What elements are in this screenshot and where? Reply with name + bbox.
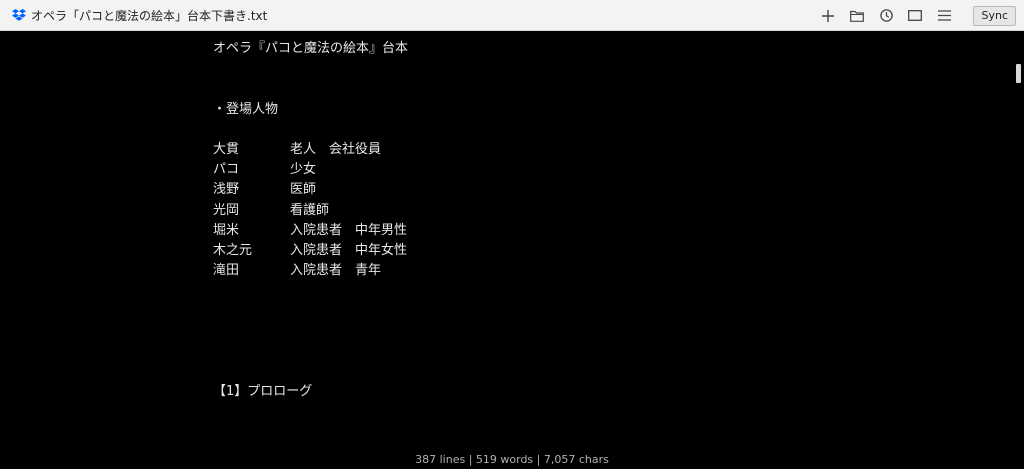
character-name: 滝田 xyxy=(213,263,240,279)
status-bar: 387 lines | 519 words | 7,057 chars xyxy=(415,453,609,466)
plus-icon[interactable] xyxy=(814,0,842,31)
clock-icon[interactable] xyxy=(872,0,900,31)
character-row: パコ 少女 xyxy=(213,160,408,180)
scene-heading: 【1】プロローグ xyxy=(213,384,313,400)
document-title: オペラ『パコと魔法の絵本』台本 xyxy=(213,41,409,56)
character-role: 少女 xyxy=(290,162,317,178)
character-row: 滝田 入院患者 青年 xyxy=(213,261,408,281)
character-row: 木之元 入院患者 中年女性 xyxy=(213,241,408,261)
character-row: 浅野 医師 xyxy=(213,180,408,200)
character-name: 光岡 xyxy=(213,202,240,218)
scrollbar-thumb[interactable] xyxy=(1016,64,1021,83)
character-role: 看護師 xyxy=(290,202,330,218)
window-title: オペラ「パコと魔法の絵本」台本下書き.txt xyxy=(31,8,268,23)
character-role: 入院患者 中年女性 xyxy=(290,242,408,258)
menu-icon[interactable] xyxy=(930,0,958,31)
section-heading: ・登場人物 xyxy=(213,101,279,117)
text-editor[interactable]: オペラ『パコと魔法の絵本』台本 ・登場人物 大貫 老人 会社役員 パコ 少女 浅野 医… xyxy=(0,31,1024,469)
character-name: 木之元 xyxy=(213,242,253,258)
character-row: 堀米 入院患者 中年男性 xyxy=(213,221,408,241)
character-row: 光岡 看護師 xyxy=(213,201,408,221)
character-role: 医師 xyxy=(290,182,317,198)
dropbox-icon xyxy=(12,8,26,22)
character-name: 浅野 xyxy=(213,182,240,198)
character-name: パコ xyxy=(213,162,240,178)
character-row: 大貫 老人 会社役員 xyxy=(213,140,408,160)
toolbar: Sync xyxy=(814,0,1024,31)
character-role: 入院患者 青年 xyxy=(290,263,382,279)
character-role: 老人 会社役員 xyxy=(290,141,382,157)
title-bar: オペラ「パコと魔法の絵本」台本下書き.txt Sync xyxy=(0,0,1024,31)
character-role: 入院患者 中年男性 xyxy=(290,222,408,238)
window-icon[interactable] xyxy=(901,0,929,31)
folder-icon[interactable] xyxy=(843,0,871,31)
sync-button[interactable]: Sync xyxy=(973,5,1016,26)
document-text: オペラ『パコと魔法の絵本』台本 ・登場人物 大貫 老人 会社役員 パコ 少女 浅野 医… xyxy=(213,39,408,402)
character-name: 堀米 xyxy=(213,222,240,238)
character-name: 大貫 xyxy=(213,141,240,157)
